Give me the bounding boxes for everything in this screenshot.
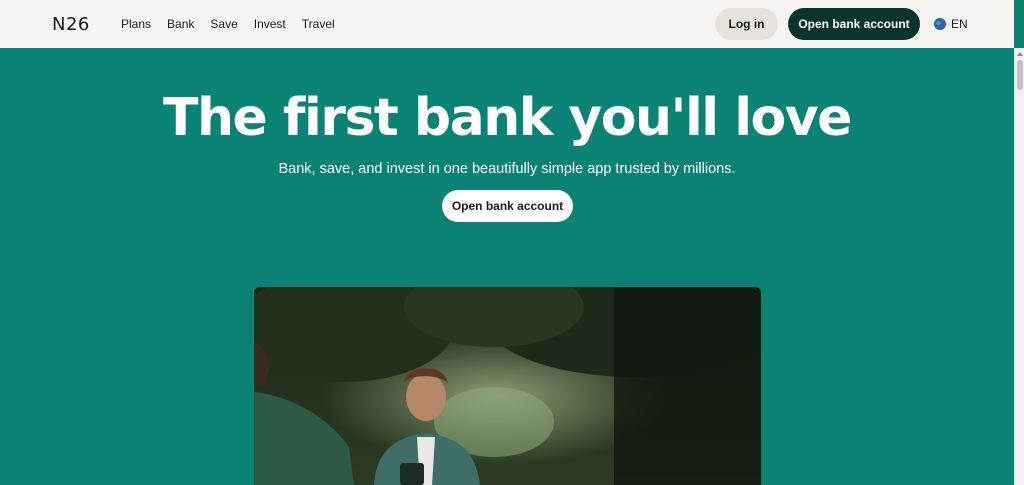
hero-photo — [254, 287, 761, 485]
globe-icon — [934, 18, 946, 30]
logo-text: N26 — [52, 13, 90, 35]
language-selector[interactable]: EN — [934, 0, 968, 48]
hero-title: The first bank you'll love — [163, 88, 852, 148]
nav-item-travel[interactable]: Travel — [302, 17, 335, 31]
language-label: EN — [951, 17, 968, 31]
scroll-up-arrow-icon[interactable] — [1017, 52, 1023, 56]
site-header: N26 Plans Bank Save Invest Travel Log in… — [0, 0, 1014, 48]
nav-item-save[interactable]: Save — [210, 17, 237, 31]
n26-logo[interactable]: N26 — [52, 13, 90, 35]
open-account-hero-button[interactable]: Open bank account — [442, 190, 573, 222]
nav-item-invest[interactable]: Invest — [254, 17, 286, 31]
scroll-thumb[interactable] — [1017, 60, 1023, 90]
login-button[interactable]: Log in — [715, 8, 778, 40]
nav-item-plans[interactable]: Plans — [121, 17, 151, 31]
hero-photo-illustration — [254, 287, 761, 485]
nav-item-bank[interactable]: Bank — [167, 17, 194, 31]
main-nav: Plans Bank Save Invest Travel — [121, 0, 351, 48]
open-account-header-button[interactable]: Open bank account — [788, 8, 920, 40]
hero-subtitle: Bank, save, and invest in one beautifull… — [278, 161, 736, 177]
page-scrollbar[interactable] — [1014, 48, 1024, 485]
